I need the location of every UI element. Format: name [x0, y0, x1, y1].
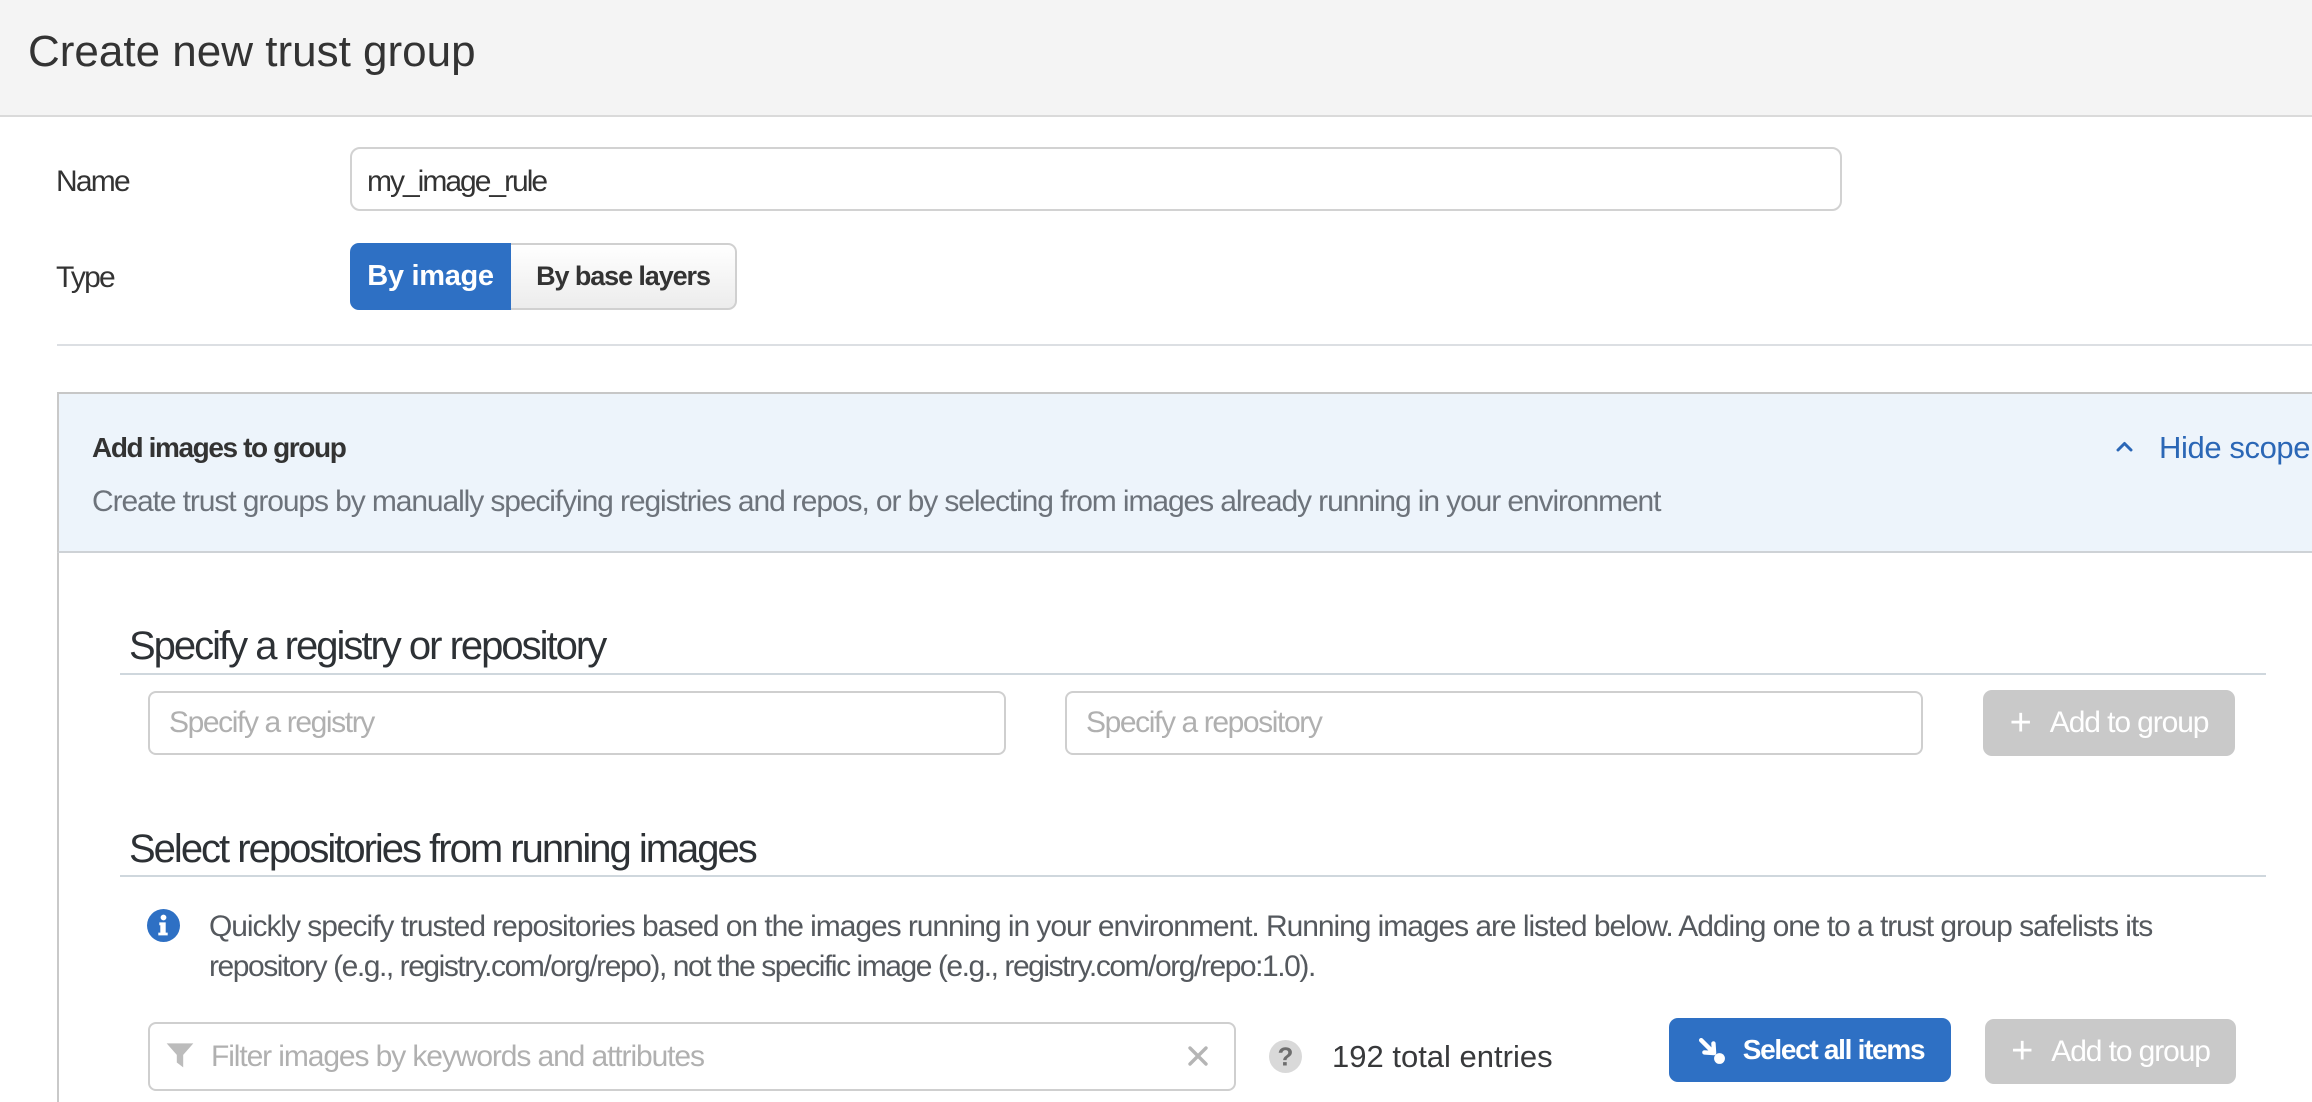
svg-text:?: ? — [1278, 1042, 1294, 1072]
